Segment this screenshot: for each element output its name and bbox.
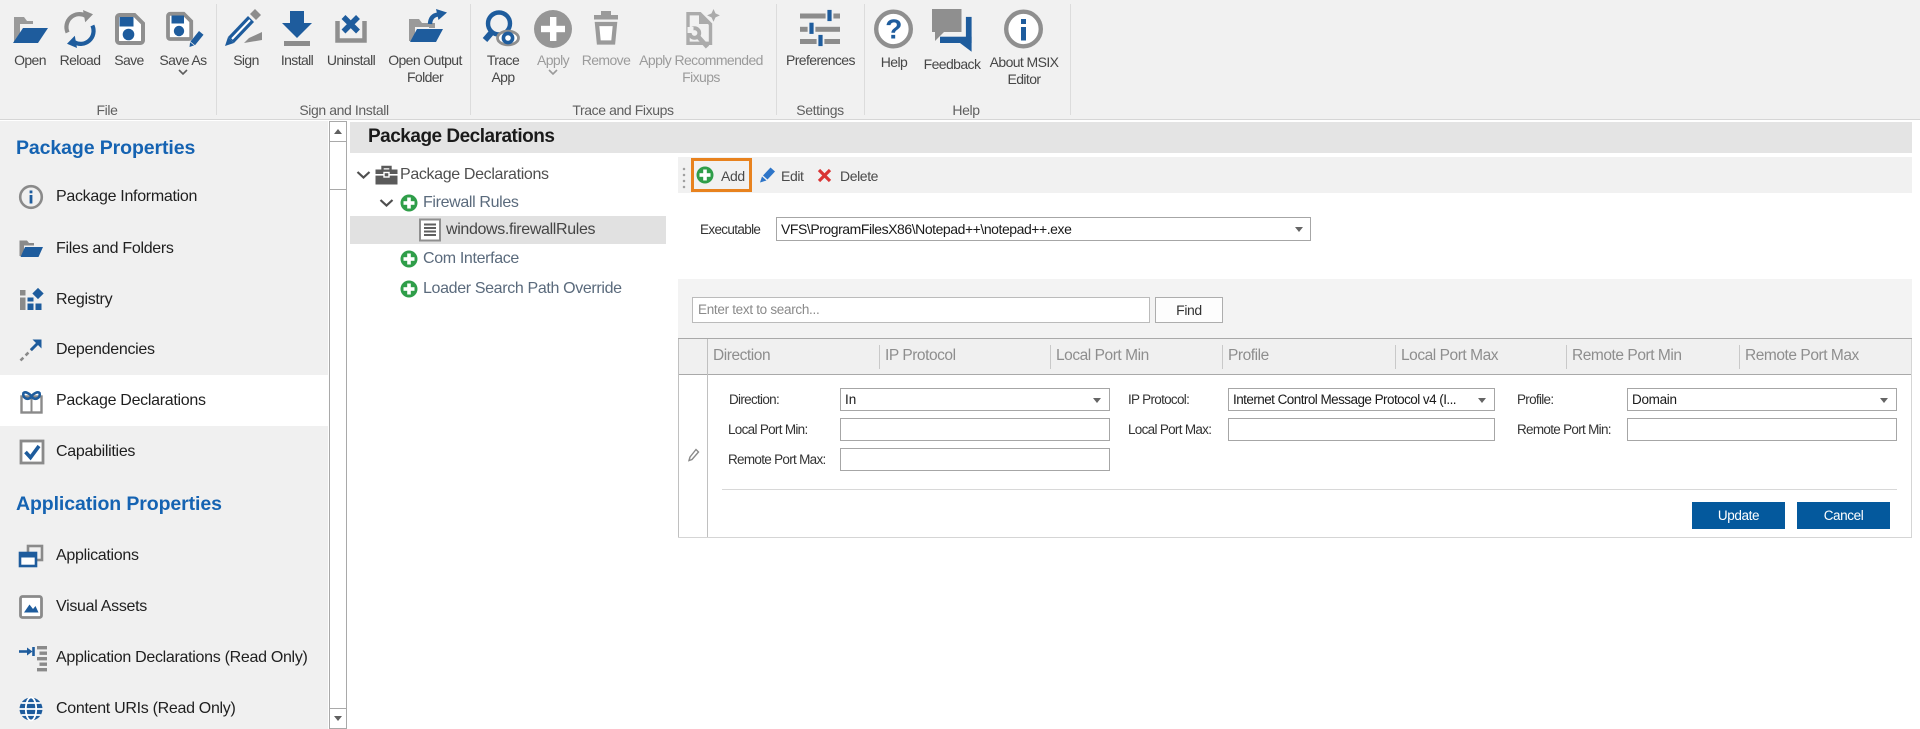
svg-text:?: ?: [885, 14, 902, 45]
